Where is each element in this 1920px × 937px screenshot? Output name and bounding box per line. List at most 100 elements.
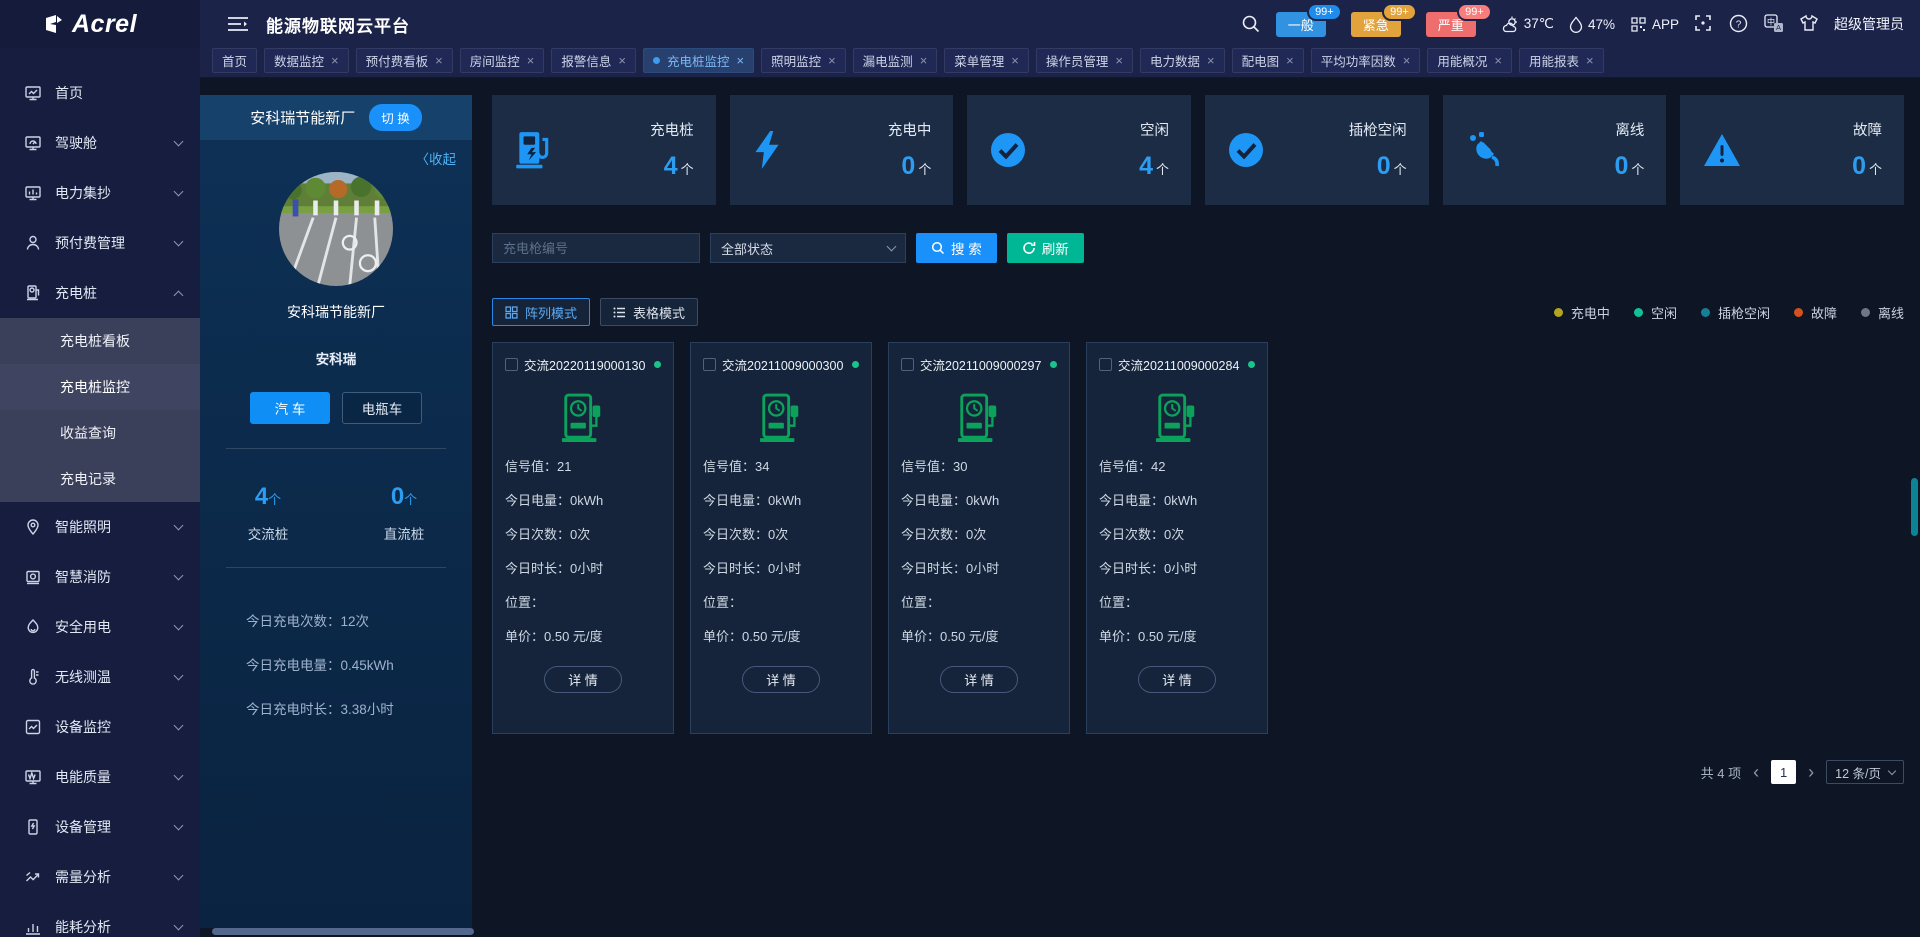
- charging-pile-icon: [1154, 392, 1200, 444]
- tab-pile-monitor-active[interactable]: 充电桩监控×: [643, 48, 754, 73]
- switch-station-button[interactable]: 切 换: [369, 104, 421, 131]
- detail-button[interactable]: 详 情: [544, 666, 622, 693]
- sidebar-item-prepaid[interactable]: 预付费管理: [0, 218, 200, 268]
- device-price: 单价：0.50 元/度: [505, 620, 661, 654]
- close-icon[interactable]: ×: [1115, 54, 1123, 67]
- ac-pile-stat: 4个 交流桩: [200, 483, 336, 543]
- sidebar-item-cockpit[interactable]: 驾驶舱: [0, 118, 200, 168]
- device-checkbox[interactable]: [505, 358, 518, 371]
- close-icon[interactable]: ×: [435, 54, 443, 67]
- sidebar-item-charging-records[interactable]: 充电记录: [0, 456, 200, 502]
- tab-alarm-info[interactable]: 报警信息×: [551, 48, 636, 73]
- alarm-badge-general[interactable]: 一般 99+: [1276, 12, 1326, 37]
- sidebar-item-home[interactable]: 首页: [0, 68, 200, 118]
- tab-lighting-monitor[interactable]: 照明监控×: [761, 48, 846, 73]
- page-size-select[interactable]: 12 条/页: [1826, 760, 1904, 784]
- tab-energy-overview[interactable]: 用能概况×: [1427, 48, 1512, 73]
- device-status-dot: [852, 361, 859, 368]
- search-icon[interactable]: [1241, 14, 1261, 34]
- device-energy: 今日电量：0kWh: [703, 484, 859, 518]
- close-icon[interactable]: ×: [1494, 54, 1502, 67]
- sidebar-item-charging-pile[interactable]: 充电桩: [0, 268, 200, 318]
- app-qr[interactable]: APP: [1630, 16, 1679, 33]
- device-card: 交流20211009000284 信号值：42 今日电量：0kWh 今日次数：0…: [1086, 342, 1268, 734]
- prev-page-icon[interactable]: ‹: [1753, 763, 1759, 781]
- tab-home[interactable]: 首页: [212, 48, 257, 73]
- close-icon[interactable]: ×: [331, 54, 339, 67]
- sidebar-item-power-reading[interactable]: 电力集抄: [0, 168, 200, 218]
- sidebar-item-power-quality[interactable]: 电能质量: [0, 752, 200, 802]
- check-circle-icon: [989, 131, 1029, 169]
- device-card: 交流20211009000297 信号值：30 今日电量：0kWh 今日次数：0…: [888, 342, 1070, 734]
- refresh-button[interactable]: 刷新: [1007, 233, 1084, 263]
- tab-data-monitor[interactable]: 数据监控×: [264, 48, 349, 73]
- menu-collapse-icon[interactable]: [228, 16, 248, 32]
- page-number[interactable]: 1: [1771, 760, 1796, 784]
- sidebar-item-fire-safety[interactable]: 智慧消防: [0, 552, 200, 602]
- view-mode-row: 阵列模式 表格模式 充电中 空闲 插枪空闲 故障 离线: [492, 298, 1904, 326]
- sidebar-item-safe-power[interactable]: 安全用电: [0, 602, 200, 652]
- tab-menu-mgmt[interactable]: 菜单管理×: [944, 48, 1029, 73]
- tab-power-factor[interactable]: 平均功率因数×: [1311, 48, 1421, 73]
- vertical-scrollbar-thumb[interactable]: [1911, 478, 1918, 536]
- weather-icon: [1501, 15, 1519, 33]
- search-button[interactable]: 搜 索: [916, 233, 997, 263]
- sidebar-item-device-mgmt[interactable]: 设备管理: [0, 802, 200, 852]
- summary-card-gun-idle: 插枪空闲 0个: [1205, 95, 1429, 205]
- logo-text: Acrel: [72, 10, 137, 39]
- close-icon[interactable]: ×: [1207, 54, 1215, 67]
- car-tab-button[interactable]: 汽 车: [250, 392, 330, 424]
- device-checkbox[interactable]: [1099, 358, 1112, 371]
- tab-leakage-monitor[interactable]: 漏电监测×: [853, 48, 938, 73]
- detail-button[interactable]: 详 情: [742, 666, 820, 693]
- active-tab-dot: [653, 57, 660, 64]
- status-select[interactable]: 全部状态: [710, 233, 906, 263]
- theme-shirt-icon[interactable]: [1799, 14, 1819, 34]
- help-icon[interactable]: ?: [1729, 14, 1749, 34]
- sidebar-item-wireless-temp[interactable]: 无线测温: [0, 652, 200, 702]
- device-duration: 今日时长：0小时: [1099, 552, 1255, 586]
- alarm-badge-critical[interactable]: 严重 99+: [1426, 12, 1476, 37]
- sidebar-item-demand-analysis[interactable]: 需量分析: [0, 852, 200, 902]
- close-icon[interactable]: ×: [1286, 54, 1294, 67]
- tab-prepaid-board[interactable]: 预付费看板×: [356, 48, 453, 73]
- collapse-panel-link[interactable]: 〈收起: [200, 140, 472, 168]
- tab-operator-mgmt[interactable]: 操作员管理×: [1036, 48, 1133, 73]
- tab-energy-report[interactable]: 用能报表×: [1519, 48, 1604, 73]
- device-count: 今日次数：0次: [505, 518, 661, 552]
- next-page-icon[interactable]: ›: [1808, 763, 1814, 781]
- close-icon[interactable]: ×: [920, 54, 928, 67]
- sidebar-item-device-monitor[interactable]: 设备监控: [0, 702, 200, 752]
- sidebar-item-pile-dashboard[interactable]: 充电桩看板: [0, 318, 200, 364]
- legend-charging: 充电中: [1554, 303, 1610, 322]
- language-icon[interactable]: 中A: [1764, 14, 1784, 34]
- sidebar-item-lighting[interactable]: 智能照明: [0, 502, 200, 552]
- detail-button[interactable]: 详 情: [940, 666, 1018, 693]
- tab-distribution-diagram[interactable]: 配电图×: [1232, 48, 1304, 73]
- close-icon[interactable]: ×: [736, 54, 744, 67]
- close-icon[interactable]: ×: [1403, 54, 1411, 67]
- gun-number-input[interactable]: [492, 233, 700, 263]
- tab-room-monitor[interactable]: 房间监控×: [460, 48, 545, 73]
- close-icon[interactable]: ×: [527, 54, 535, 67]
- table-mode-button[interactable]: 表格模式: [600, 298, 698, 326]
- sidebar-item-revenue-query[interactable]: 收益查询: [0, 410, 200, 456]
- fullscreen-icon[interactable]: [1694, 14, 1714, 34]
- sidebar-item-pile-monitor[interactable]: 充电桩监控: [0, 364, 200, 410]
- alarm-badge-urgent[interactable]: 紧急 99+: [1351, 12, 1401, 37]
- detail-button[interactable]: 详 情: [1138, 666, 1216, 693]
- charging-pile-monitor-page: { "ui": { "close": "×", "prev": "‹", "ne…: [0, 0, 1920, 937]
- device-serial: 交流20220119000130: [524, 355, 645, 374]
- sidebar-item-energy-analysis[interactable]: 能耗分析: [0, 902, 200, 937]
- horizontal-scrollbar-thumb[interactable]: [212, 928, 474, 935]
- close-icon[interactable]: ×: [828, 54, 836, 67]
- tab-power-data[interactable]: 电力数据×: [1140, 48, 1225, 73]
- current-user[interactable]: 超级管理员: [1834, 14, 1904, 34]
- close-icon[interactable]: ×: [1011, 54, 1019, 67]
- ebike-tab-button[interactable]: 电瓶车: [342, 392, 422, 424]
- device-checkbox[interactable]: [703, 358, 716, 371]
- grid-mode-button[interactable]: 阵列模式: [492, 298, 590, 326]
- close-icon[interactable]: ×: [618, 54, 626, 67]
- device-checkbox[interactable]: [901, 358, 914, 371]
- close-icon[interactable]: ×: [1586, 54, 1594, 67]
